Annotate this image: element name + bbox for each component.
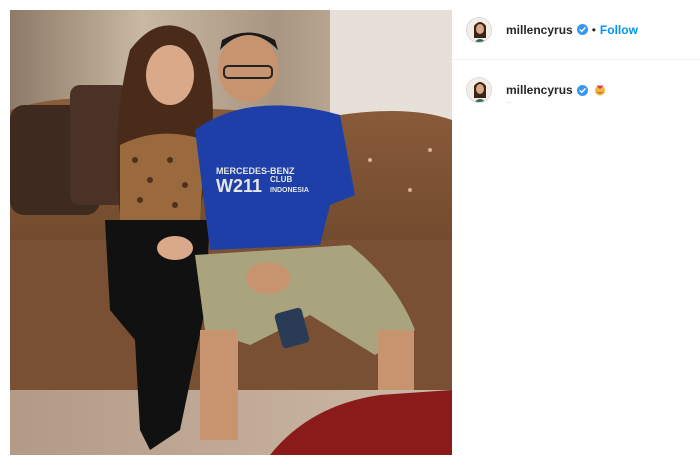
post-photo[interactable]: MERCEDES-BENZ W211 CLUB INDONESIA (10, 10, 452, 455)
caption-author-avatar[interactable] (466, 77, 492, 103)
caption-meta: ·· (507, 100, 511, 106)
shirt-text-line4: INDONESIA (270, 187, 309, 194)
caption-username[interactable]: millencyrus (506, 83, 573, 97)
photo-illustration: MERCEDES-BENZ W211 CLUB INDONESIA (10, 10, 452, 455)
avatar-icon (467, 17, 491, 42)
author-username[interactable]: millencyrus (506, 23, 573, 37)
post-header: millencyrus • Follow (452, 0, 700, 60)
verified-badge-icon (576, 24, 588, 35)
header-separator: • (591, 22, 596, 37)
heart-face-emoji-icon (594, 84, 606, 96)
avatar-icon (467, 78, 491, 102)
instagram-post: MERCEDES-BENZ W211 CLUB INDONESIA millen… (0, 0, 700, 465)
shirt-text-line3: CLUB (270, 175, 292, 184)
post-side-panel: millencyrus • Follow millencyrus ·· (452, 0, 700, 465)
verified-badge-icon (576, 84, 588, 96)
author-avatar[interactable] (466, 16, 492, 43)
follow-button[interactable]: Follow (600, 23, 638, 37)
shirt-text-line2: W211 (216, 176, 262, 196)
caption-row: millencyrus (452, 72, 700, 108)
